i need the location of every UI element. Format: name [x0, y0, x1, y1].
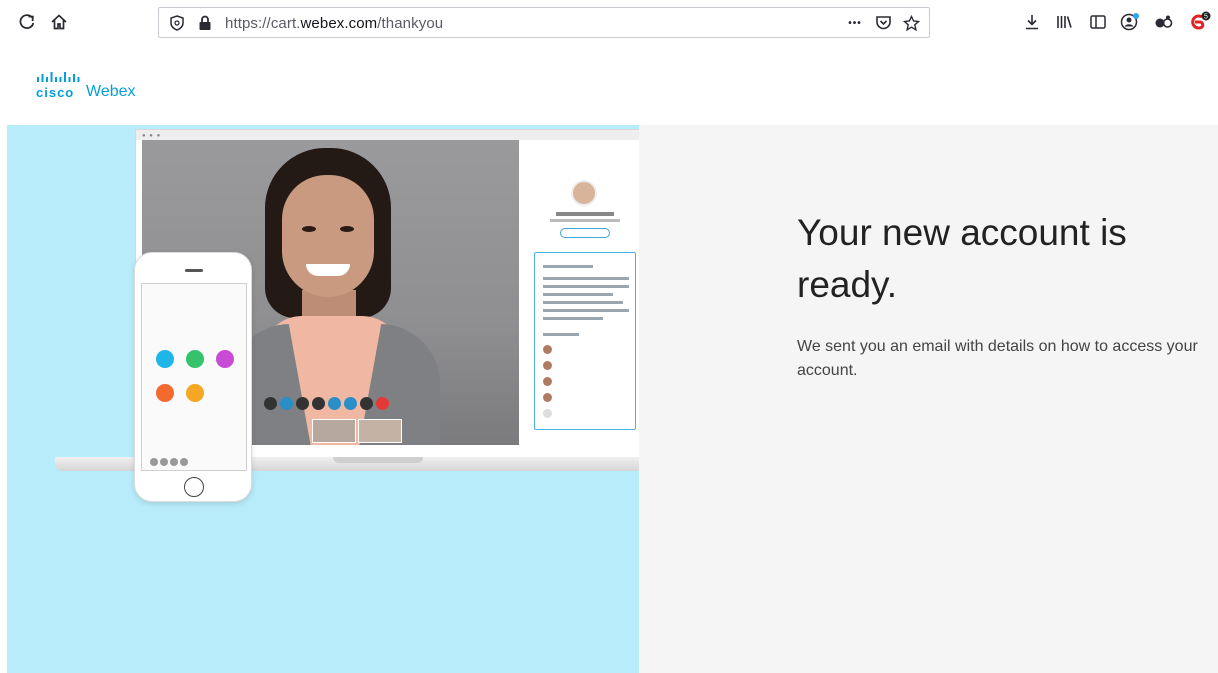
footer-dot: [170, 458, 178, 466]
phone-screen-footer: [150, 458, 188, 466]
sidebar-icon[interactable]: [1085, 9, 1111, 35]
extension-icon[interactable]: [1151, 9, 1177, 35]
contact-details-box: [534, 252, 636, 430]
window-dots: ● ● ●: [142, 133, 162, 139]
app-circle: [186, 350, 204, 368]
contact-face: [543, 409, 552, 418]
reload-icon[interactable]: [14, 9, 40, 35]
laptop-notch: [333, 457, 423, 463]
participant-thumbnail: [312, 419, 356, 443]
url-domain: webex.com: [300, 15, 378, 32]
phone-illustration: [134, 252, 252, 502]
page-actions-button[interactable]: •••: [843, 11, 867, 35]
call-controls: [264, 397, 389, 410]
contact-face: [543, 361, 552, 370]
contact-avatar: [571, 180, 597, 206]
app-circle: [156, 350, 174, 368]
page-content: cisco Webex ● ● ● Your new account is re…: [0, 46, 1218, 673]
extension-badge: 5: [1204, 14, 1208, 21]
laptop-window-bar: ● ● ●: [136, 130, 639, 140]
hero-illustration-panel: ● ● ●: [7, 125, 639, 673]
cisco-bars-icon: [37, 72, 80, 82]
call-control-icon: [328, 397, 341, 410]
footer-dot: [180, 458, 188, 466]
account-icon[interactable]: [1117, 9, 1143, 35]
contact-title-line: [550, 219, 620, 222]
phone-home-button: [184, 477, 204, 497]
call-control-icon: [296, 397, 309, 410]
detail-line: [543, 285, 629, 288]
url-text[interactable]: https://cart.webex.com/thankyou: [225, 15, 443, 32]
logo-webex-text: Webex: [86, 83, 136, 100]
confirmation-message: We sent you an email with details on how…: [797, 338, 1198, 379]
url-path: /thankyou: [377, 15, 444, 32]
home-icon[interactable]: [46, 9, 72, 35]
person-smile: [306, 264, 350, 276]
page-headline: Your new account is ready.: [797, 212, 1127, 305]
detail-line: [543, 277, 629, 280]
app-circle: [156, 384, 174, 402]
contact-action-pill: [560, 228, 610, 238]
footer-dot: [150, 458, 158, 466]
participant-thumbnail: [358, 419, 402, 443]
contact-face: [543, 393, 552, 402]
detail-line: [543, 317, 603, 320]
contact-name-line: [556, 212, 614, 216]
bookmark-star-icon[interactable]: [899, 11, 923, 35]
call-control-icon: [344, 397, 357, 410]
url-bar[interactable]: https://cart.webex.com/thankyou •••: [158, 7, 930, 38]
tracking-protection-icon[interactable]: [169, 15, 185, 31]
url-prefix: https://cart.: [225, 15, 301, 32]
end-call-icon: [376, 397, 389, 410]
footer-dot: [160, 458, 168, 466]
detail-line: [543, 309, 629, 312]
downloads-icon[interactable]: [1019, 9, 1045, 35]
contact-face: [543, 345, 552, 354]
confirmation-panel: Your new account is ready. We sent you a…: [639, 125, 1218, 673]
person-eye: [302, 226, 316, 232]
pocket-icon[interactable]: [871, 11, 895, 35]
cisco-webex-logo[interactable]: cisco Webex: [36, 72, 156, 106]
detail-line: [543, 293, 613, 296]
call-control-icon: [312, 397, 325, 410]
call-control-icon: [264, 397, 277, 410]
app-circle: [186, 384, 204, 402]
contact-face: [543, 377, 552, 386]
sync-extension-icon[interactable]: 5: [1186, 9, 1212, 35]
detail-line: [543, 265, 593, 268]
call-control-icon: [360, 397, 373, 410]
phone-screen: [141, 283, 247, 471]
people-insights-panel: [522, 140, 639, 468]
detail-line: [543, 301, 623, 304]
browser-toolbar: https://cart.webex.com/thankyou ••• 5: [0, 0, 1218, 46]
participant-thumbnails: [312, 419, 402, 443]
phone-speaker: [185, 269, 203, 272]
url-actions: •••: [843, 11, 923, 35]
person-eye: [340, 226, 354, 232]
person-face: [282, 175, 374, 297]
logo-cisco-text: cisco: [36, 85, 75, 100]
app-circle: [216, 350, 234, 368]
detail-line: [543, 333, 579, 336]
library-icon[interactable]: [1051, 9, 1077, 35]
lock-icon[interactable]: [197, 15, 213, 31]
call-control-icon: [280, 397, 293, 410]
